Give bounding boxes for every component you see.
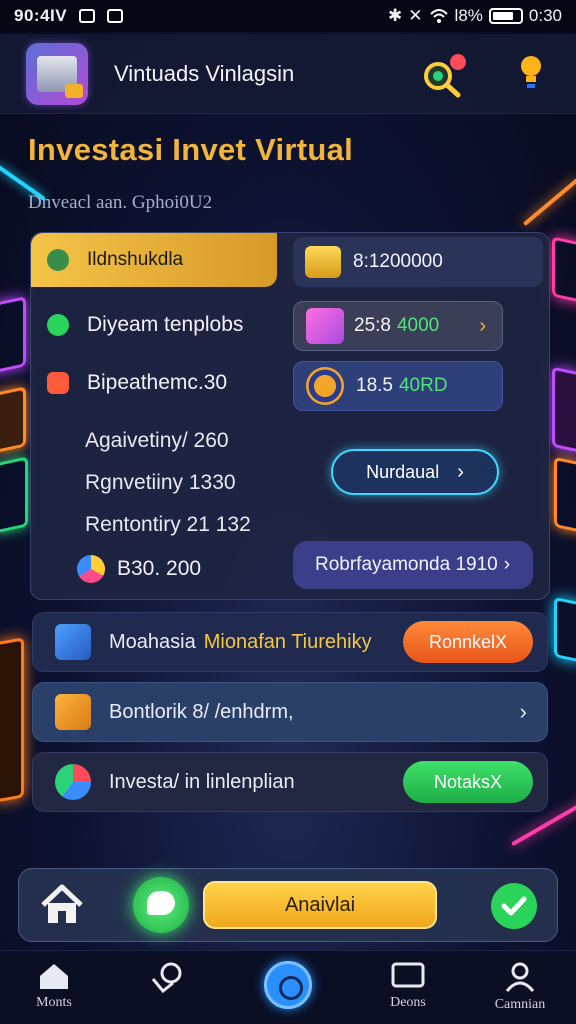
stat-gauge: 18.5 40RD bbox=[293, 361, 503, 411]
nav-label: Monts bbox=[36, 995, 72, 1010]
list-item-label: Bontlorik 8/ /enhdrm, bbox=[109, 700, 294, 723]
chevron-right-icon: › bbox=[503, 554, 511, 575]
battery-icon bbox=[488, 8, 523, 24]
bottom-nav: Monts Deons Camnian bbox=[0, 950, 576, 1024]
mute-icon: ✕ bbox=[408, 6, 423, 25]
panel-plain-row: Agaivetiny/ 260 bbox=[85, 429, 229, 452]
outline-button-label: Nurdaual bbox=[366, 461, 440, 482]
primary-button[interactable]: Anaivlai bbox=[203, 881, 437, 929]
stat-value-green: 40RD bbox=[398, 375, 448, 396]
neon-decor bbox=[552, 366, 576, 454]
coin-icon bbox=[305, 246, 341, 278]
tab-label: Ildnshukdla bbox=[87, 249, 184, 270]
home-icon[interactable] bbox=[39, 883, 85, 927]
monitor-icon bbox=[391, 962, 425, 988]
stat-value: 25:8 bbox=[354, 315, 391, 336]
nav-item-documents[interactable]: Deons bbox=[358, 961, 458, 1011]
app-logo[interactable] bbox=[26, 42, 88, 105]
app-title: Vintuads Vinlagsin bbox=[114, 60, 295, 86]
chevron-right-icon: › bbox=[479, 314, 486, 337]
list-item-highlight: Mionafan Tiurehiky bbox=[203, 630, 372, 653]
page-title: Investasi Invet Virtual bbox=[28, 132, 354, 167]
app-header: Vintuads Vinlagsin bbox=[0, 34, 576, 114]
user-icon bbox=[47, 249, 69, 271]
neon-decor bbox=[554, 456, 576, 534]
panel-row-2[interactable]: Bipeathemc.30 bbox=[47, 371, 227, 395]
list-item-label: Investa/ in linlenplian bbox=[109, 770, 295, 793]
nav-item-home[interactable]: Monts bbox=[4, 961, 104, 1011]
status-bar: 90:4IV ✱ ✕ l8% 0:30 bbox=[0, 0, 576, 32]
globe-icon bbox=[55, 764, 91, 800]
home-icon bbox=[40, 964, 68, 989]
document-icon bbox=[55, 624, 91, 660]
action-bar: Anaivlai bbox=[18, 868, 558, 942]
neon-decor bbox=[554, 596, 576, 664]
calculator-icon bbox=[47, 372, 69, 394]
panel-plain-row: Rentontiry 21 132 bbox=[85, 513, 251, 536]
battery-percent: l8% bbox=[454, 6, 483, 25]
nav-item-reports[interactable] bbox=[118, 961, 218, 999]
neon-decor bbox=[0, 296, 26, 374]
check-icon[interactable] bbox=[491, 883, 537, 929]
app-notification-icon bbox=[107, 9, 124, 23]
ball-icon bbox=[77, 555, 105, 583]
neon-decor bbox=[552, 236, 576, 304]
bluetooth-icon: ✱ bbox=[388, 6, 403, 25]
chat-bubble-icon bbox=[47, 314, 69, 336]
list-item[interactable]: Moahasia Mionafan Tiurehiky RonnkelX bbox=[32, 612, 548, 672]
neon-decor bbox=[0, 456, 28, 534]
wide-button[interactable]: Robrfayamonda 1910 › bbox=[293, 541, 533, 589]
stat-balance: 8:1200000 bbox=[293, 237, 543, 287]
nav-label: Deons bbox=[390, 995, 426, 1010]
badge-value: B30. 200 bbox=[117, 557, 202, 580]
green-action-button[interactable]: NotaksX bbox=[403, 761, 533, 803]
status-time-right: 0:30 bbox=[528, 6, 562, 25]
list-item[interactable]: Investa/ in linlenplian NotaksX bbox=[32, 752, 548, 812]
neon-decor bbox=[0, 637, 24, 803]
stat-gift[interactable]: 25:8 4000 › bbox=[293, 301, 503, 351]
chart-icon bbox=[151, 962, 182, 994]
badge-value-row: B30. 200 bbox=[77, 555, 201, 583]
status-time: 90:4IV bbox=[14, 6, 68, 25]
chevron-right-icon: › bbox=[519, 699, 527, 724]
orange-action-button[interactable]: RonnkelX bbox=[403, 621, 533, 663]
status-right: ✱ ✕ l8% 0:30 bbox=[388, 6, 562, 26]
page-subtitle: Dnveacl aan. Gphoi0U2 bbox=[28, 192, 213, 213]
toolbox-icon bbox=[55, 694, 91, 730]
panel-row-1[interactable]: Diyeam tenplobs bbox=[47, 313, 243, 337]
outline-button[interactable]: Nurdaual › bbox=[331, 449, 499, 495]
neon-beam bbox=[522, 177, 576, 227]
search-icon[interactable] bbox=[418, 52, 474, 100]
chat-icon[interactable] bbox=[133, 877, 189, 933]
notification-icon bbox=[79, 9, 96, 23]
nav-item-profile[interactable]: Camnian bbox=[470, 961, 570, 1013]
gauge-icon bbox=[306, 367, 344, 405]
profile-icon bbox=[505, 962, 535, 992]
panel-plain-row: Rgnvetiiny 1330 bbox=[85, 471, 236, 494]
stat-value-green: 4000 bbox=[396, 315, 440, 336]
gift-icon bbox=[306, 308, 344, 344]
stat-value: 18.5 bbox=[356, 375, 393, 396]
list-item[interactable]: Bontlorik 8/ /enhdrm, › bbox=[32, 682, 548, 742]
wifi-icon bbox=[429, 9, 448, 23]
stat-value: 8:1200000 bbox=[353, 251, 443, 272]
list-item-label: Moahasia bbox=[109, 630, 196, 653]
tab-active[interactable]: Ildnshukdla bbox=[31, 233, 277, 287]
nav-center-button[interactable] bbox=[264, 961, 312, 1009]
wide-button-label: Robrfayamonda 1910 bbox=[315, 554, 498, 575]
chevron-right-icon: › bbox=[457, 460, 464, 483]
neon-decor bbox=[0, 386, 26, 454]
panel-row-label: Bipeathemc.30 bbox=[87, 371, 228, 394]
investment-panel: Ildnshukdla Diyeam tenplobs Bipeathemc.3… bbox=[30, 232, 550, 600]
nav-label: Camnian bbox=[494, 997, 546, 1012]
bulb-icon[interactable] bbox=[518, 52, 544, 92]
panel-row-label: Diyeam tenplobs bbox=[87, 313, 244, 336]
